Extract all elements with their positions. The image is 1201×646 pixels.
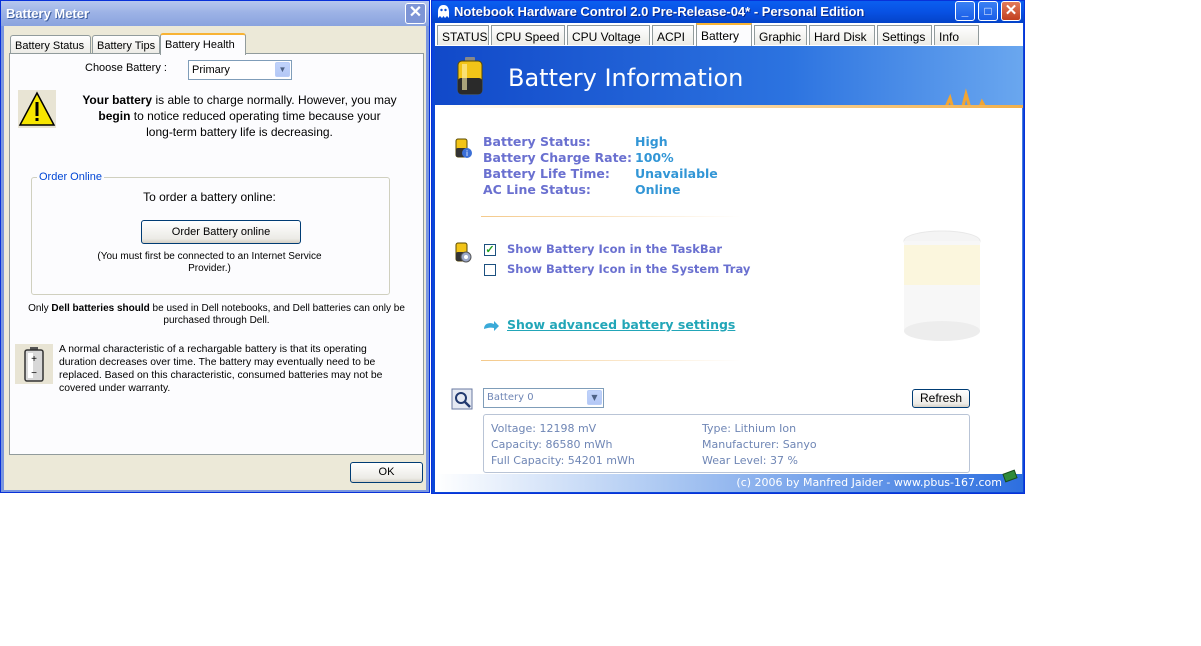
type-text: Type: Lithium Ion [702, 422, 797, 435]
battery-select-value: Battery 0 [487, 392, 534, 403]
choose-battery-label: Choose Battery : [85, 62, 167, 74]
charge-rate-label: Battery Charge Rate: [483, 150, 633, 165]
manufacturer-text: Manufacturer: Sanyo [702, 438, 817, 451]
footer-copyright: (c) 2006 by Manfred Jaider - www.pbus-16… [736, 476, 1002, 489]
ac-line-label: AC Line Status: [483, 182, 591, 197]
dell-note: Only Dell batteries should be used in De… [14, 303, 419, 327]
dell-note-prefix: Only [28, 303, 52, 314]
svg-text:+: + [31, 354, 37, 365]
nhc-client: STATUS CPU Speed CPU Voltage ACPI Batter… [435, 23, 1023, 492]
tab-battery-status[interactable]: Battery Status [10, 35, 91, 53]
minimize-icon[interactable]: _ [955, 1, 975, 21]
characteristic-line: replaced. Based on this characteristic, … [59, 370, 383, 381]
tab-cpu-speed[interactable]: CPU Speed [491, 25, 565, 45]
battery-watermark-graphic [903, 230, 981, 341]
close-icon[interactable]: ✕ [1001, 1, 1021, 21]
advanced-settings-arrow-icon [484, 321, 499, 331]
tab-hard-disk[interactable]: Hard Disk [809, 25, 875, 45]
dell-note-suffix: be used in Dell notebooks, and Dell batt… [149, 303, 405, 314]
tab-battery-health[interactable]: Battery Health [160, 33, 246, 55]
warning-message: Your battery is able to charge normally.… [62, 92, 417, 140]
section-divider [481, 216, 741, 217]
order-online-group-label: Order Online [37, 171, 104, 183]
tab-battery-tips[interactable]: Battery Tips [92, 35, 160, 53]
warning-line1: is able to charge normally. However, you… [152, 93, 397, 107]
battery-health-panel: Choose Battery : Primary ▼ Your battery … [9, 53, 424, 455]
characteristic-text: A normal characteristic of a rechargable… [59, 343, 419, 395]
choose-battery-value: Primary [192, 64, 230, 76]
warning-line3: long-term battery life is decreasing. [146, 125, 333, 139]
dell-note-line2: purchased through Dell. [163, 315, 270, 326]
order-online-note: (You must first be connected to an Inter… [31, 251, 388, 275]
characteristic-line: duration decreases over time. The batter… [59, 357, 376, 368]
full-capacity-text: Full Capacity: 54201 mWh [491, 454, 635, 467]
battery-status-value: High [635, 134, 668, 149]
dell-note-bold: Dell batteries should [51, 303, 150, 314]
chevron-down-icon[interactable]: ▼ [587, 390, 602, 405]
nhc-window: Notebook Hardware Control 2.0 Pre-Releas… [431, 0, 1025, 494]
battery-meter-titlebar[interactable]: Battery Meter ✕ [1, 1, 429, 26]
system-tray-label: Show Battery Icon in the System Tray [507, 262, 751, 276]
ac-line-value: Online [635, 182, 681, 197]
characteristic-line: A normal characteristic of a rechargable… [59, 344, 367, 355]
battery-icon: + − [15, 344, 53, 384]
taskbar-icon-label: Show Battery Icon in the TaskBar [507, 242, 723, 256]
maximize-icon[interactable]: □ [978, 1, 998, 21]
chevron-down-icon[interactable]: ▼ [275, 62, 290, 77]
app-ghost-icon [438, 5, 449, 18]
battery-meter-client: Battery Status Battery Tips Battery Heal… [4, 26, 426, 490]
order-online-heading: To order a battery online: [143, 190, 276, 204]
taskbar-icon-checkbox[interactable]: ✓ [484, 244, 496, 256]
nhc-title: Notebook Hardware Control 2.0 Pre-Releas… [454, 4, 865, 19]
banner-title: Battery Information [508, 64, 744, 92]
characteristic-line: covered under warranty. [59, 383, 171, 394]
battery-select[interactable]: Battery 0 ▼ [483, 388, 604, 408]
checkmark-icon: ✓ [485, 244, 495, 256]
life-time-label: Battery Life Time: [483, 166, 610, 181]
capacity-text: Capacity: 86580 mWh [491, 438, 613, 451]
tab-battery[interactable]: Battery [696, 23, 752, 46]
advanced-battery-settings-link[interactable]: Show advanced battery settings [507, 317, 735, 332]
svg-text:i: i [466, 149, 468, 158]
tab-graphic[interactable]: Graphic [754, 25, 807, 45]
ok-button[interactable]: OK [350, 462, 423, 483]
magnifier-icon [451, 388, 473, 410]
nhc-body: i Battery Status: High Battery Charge Ra… [435, 108, 1023, 474]
warning-line1-bold: Your battery [82, 93, 153, 107]
nhc-footer: (c) 2006 by Manfred Jaider - www.pbus-16… [435, 469, 1023, 492]
life-time-value: Unavailable [635, 166, 718, 181]
svg-text:−: − [31, 368, 37, 379]
warning-icon [18, 90, 56, 128]
wear-level-text: Wear Level: 37 % [702, 454, 798, 467]
close-icon[interactable]: ✕ [405, 3, 426, 24]
battery-settings-icon [455, 242, 472, 263]
battery-banner-icon [457, 57, 483, 95]
warning-line2: to notice reduced operating time because… [130, 109, 381, 123]
tab-status[interactable]: STATUS [437, 25, 489, 45]
system-tray-checkbox[interactable] [484, 264, 496, 276]
warning-line2-bold: begin [98, 109, 131, 123]
tab-info[interactable]: Info [934, 25, 979, 45]
tab-acpi[interactable]: ACPI [652, 25, 694, 45]
battery-meter-window: Battery Meter ✕ Battery Status Battery T… [0, 0, 430, 493]
refresh-button[interactable]: Refresh [912, 389, 970, 408]
battery-status-icon: i [455, 138, 472, 158]
battery-status-label: Battery Status: [483, 134, 591, 149]
charge-rate-value: 100% [635, 150, 674, 165]
chip-icon [1002, 469, 1018, 483]
order-online-note-line1: (You must first be connected to an Inter… [97, 251, 322, 262]
choose-battery-select[interactable]: Primary ▼ [188, 60, 292, 80]
nhc-titlebar[interactable]: Notebook Hardware Control 2.0 Pre-Releas… [432, 1, 1024, 23]
order-online-note-line2: Provider.) [188, 263, 231, 274]
tab-settings[interactable]: Settings [877, 25, 932, 45]
tab-cpu-voltage[interactable]: CPU Voltage [567, 25, 650, 45]
section-divider [481, 360, 741, 361]
battery-meter-title: Battery Meter [6, 6, 90, 21]
order-battery-online-button[interactable]: Order Battery online [141, 220, 301, 244]
voltage-text: Voltage: 12198 mV [491, 422, 597, 435]
